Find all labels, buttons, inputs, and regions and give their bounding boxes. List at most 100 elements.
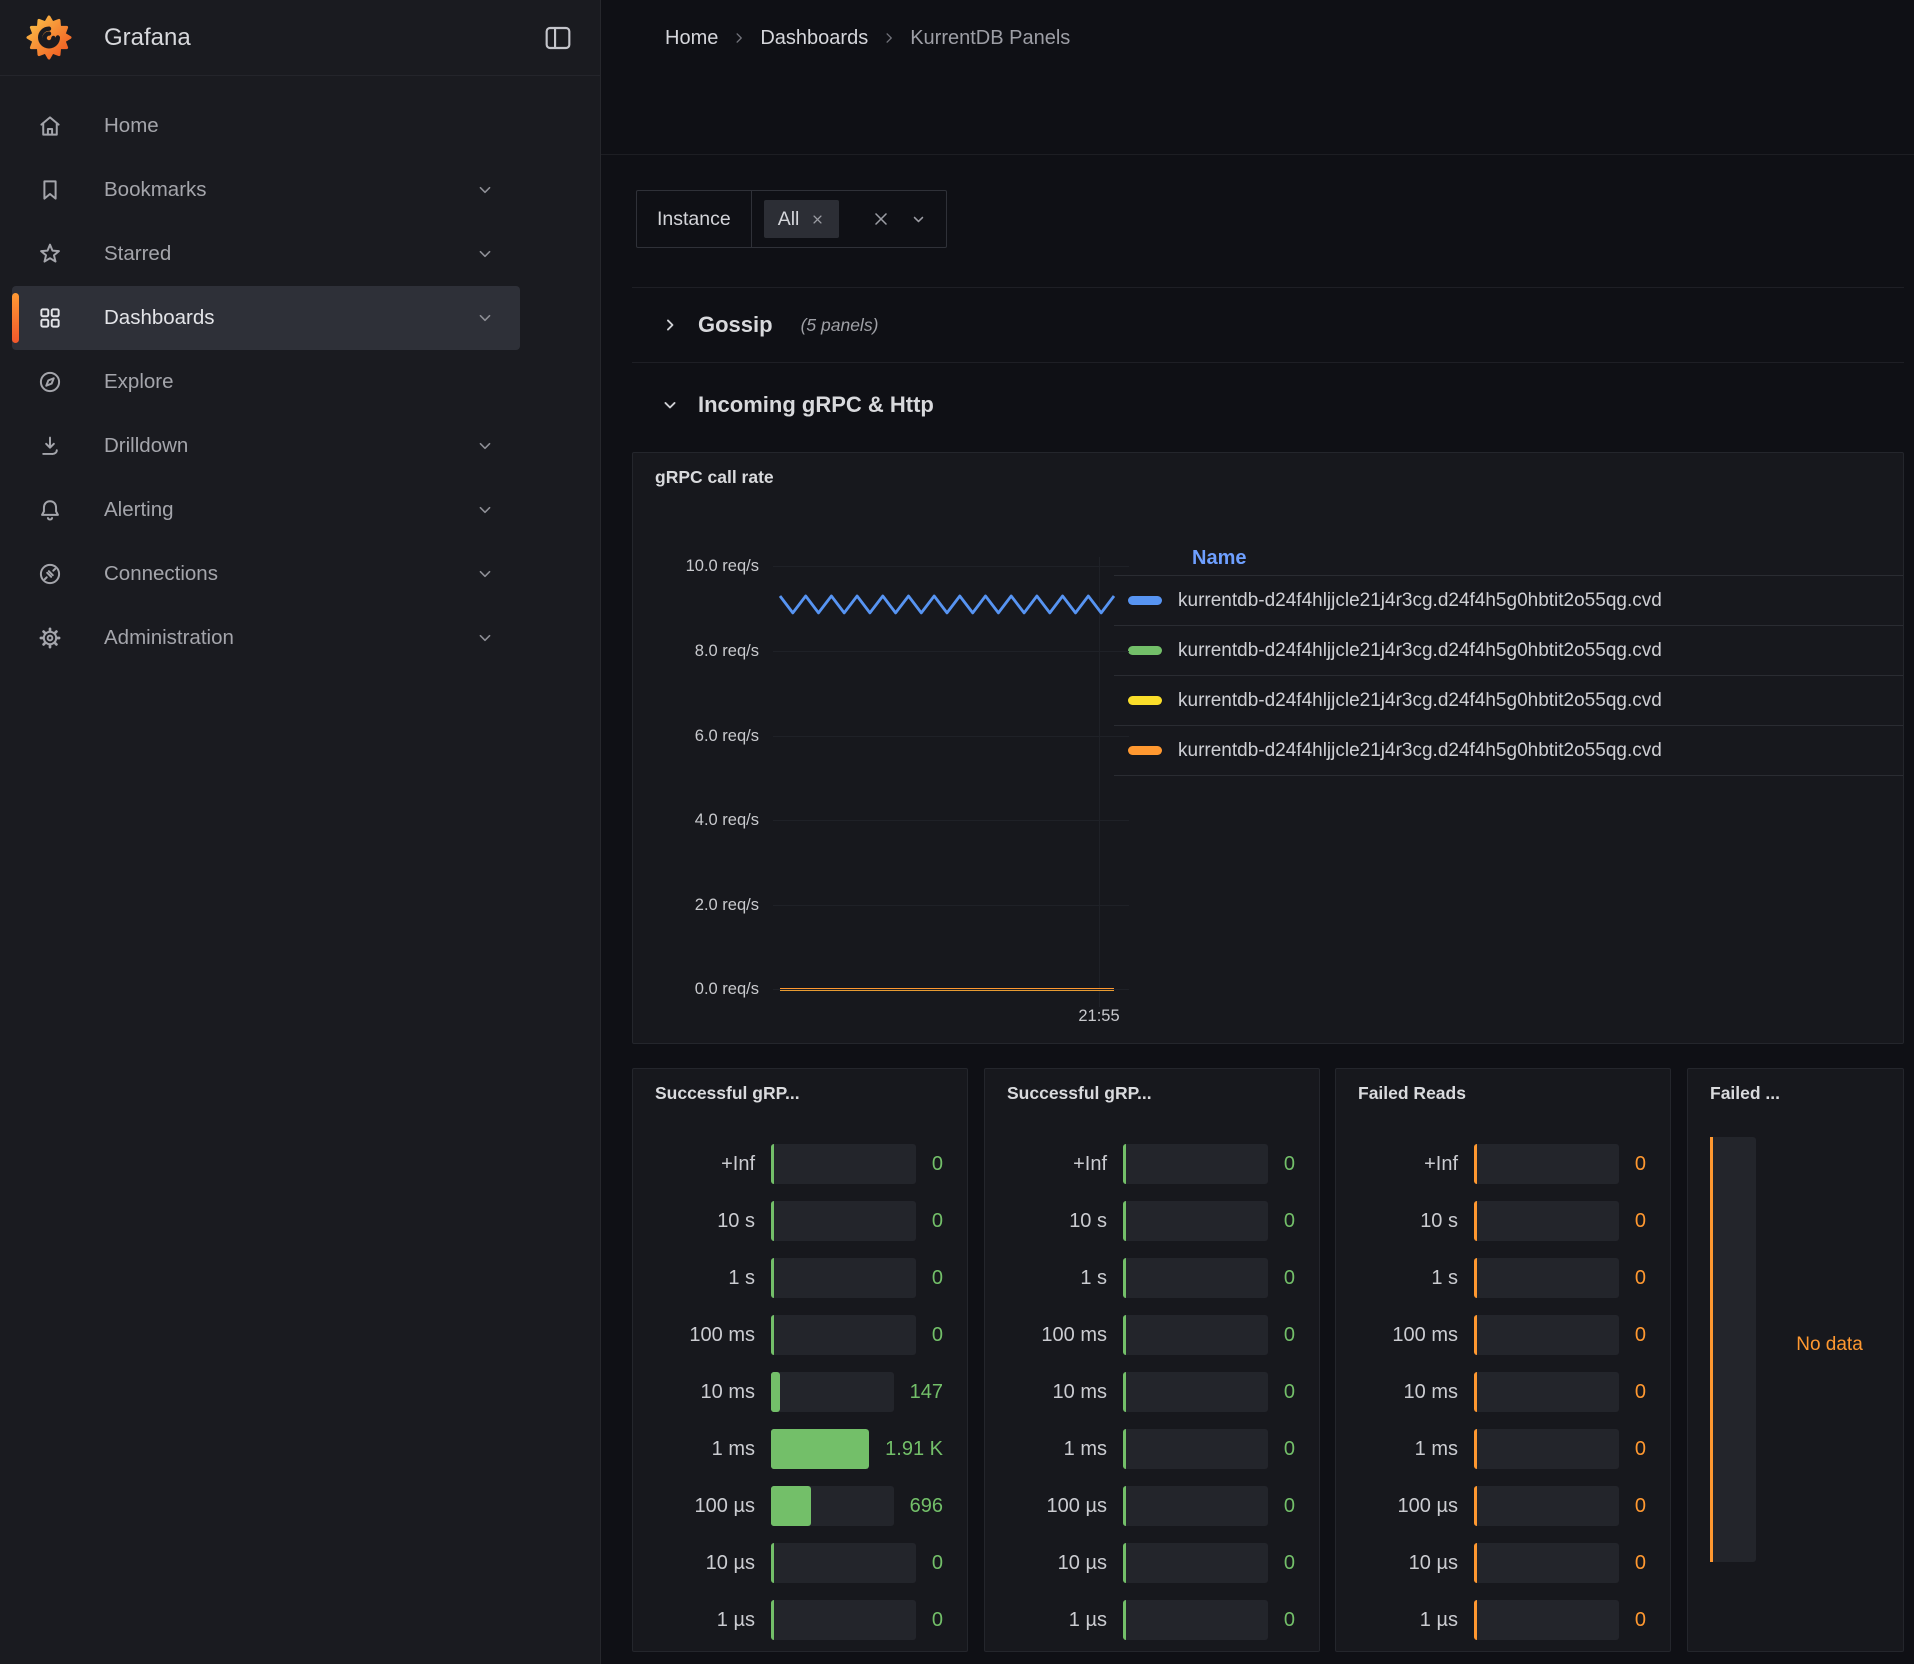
filter-tag-all[interactable]: All <box>764 200 840 238</box>
chevron-down-icon[interactable] <box>474 243 496 265</box>
gauge-track <box>1123 1486 1268 1526</box>
section-panel-count: (5 panels) <box>801 315 879 336</box>
legend-item[interactable]: kurrentdb-d24f4hljjcle21j4r3cg.d24f4h5g0… <box>1114 725 1904 775</box>
gauge-panels-row: Successful gRP...+Inf010 s01 s0100 ms010… <box>632 1068 1904 1652</box>
gauge-panel: Successful gRP...+Inf010 s01 s0100 ms010… <box>632 1068 968 1652</box>
sidebar-nav: Home Bookmarks Starred DashboardsExploreDri… <box>0 94 600 670</box>
breadcrumb-item[interactable]: KurrentDB Panels <box>910 27 1070 50</box>
sidebar-item-administration[interactable]: Administration <box>12 606 520 670</box>
sidebar-item-label: Administration <box>104 626 234 650</box>
breadcrumb-item[interactable]: Dashboards <box>760 27 868 50</box>
gauge-value: 0 <box>932 1153 943 1176</box>
gauge-zero-line <box>1123 1372 1126 1412</box>
gauge-row-10s: 10 s0 <box>653 1201 943 1241</box>
gauge-track <box>771 1315 916 1355</box>
bell-icon <box>36 496 64 524</box>
gauge-zero-line <box>1123 1201 1126 1241</box>
panel-left-icon[interactable] <box>542 22 574 54</box>
section-row-gossip[interactable]: Gossip (5 panels) <box>632 287 1904 363</box>
x-axis-tick: 21:55 <box>1054 1007 1144 1026</box>
sidebar-item-label: Bookmarks <box>104 178 207 202</box>
panel-title[interactable]: Successful gRP... <box>1007 1083 1152 1104</box>
legend-series-color-icon <box>1128 646 1162 655</box>
bucket-label: 10 µs <box>1356 1552 1474 1575</box>
gauge-track <box>771 1429 869 1469</box>
sidebar-item-bookmarks[interactable]: Bookmarks <box>12 158 520 222</box>
sidebar-item-connections[interactable]: Connections <box>12 542 520 606</box>
gauge-value: 0 <box>1284 1438 1295 1461</box>
legend-item[interactable]: kurrentdb-d24f4hljjcle21j4r3cg.d24f4h5g0… <box>1114 675 1904 725</box>
legend-item[interactable]: kurrentdb-d24f4hljjcle21j4r3cg.d24f4h5g0… <box>1114 625 1904 675</box>
bucket-label: 100 µs <box>653 1495 771 1518</box>
gauge-zero-line <box>1474 1600 1477 1640</box>
gauge-zero-line <box>1123 1600 1126 1640</box>
y-axis-tick: 4.0 req/s <box>639 809 759 831</box>
clear-filter-icon[interactable] <box>871 209 891 229</box>
gauge-row-1ms: 1 ms1.91 K <box>653 1429 943 1469</box>
gauge-fill <box>771 1372 780 1412</box>
sidebar-item-home[interactable]: Home <box>12 94 520 158</box>
sidebar-item-label: Home <box>104 114 159 138</box>
gauge-track <box>1474 1144 1619 1184</box>
chevron-down-icon[interactable] <box>474 627 496 649</box>
sidebar-item-alerting[interactable]: Alerting <box>12 478 520 542</box>
legend-series-name: kurrentdb-d24f4hljjcle21j4r3cg.d24f4h5g0… <box>1178 740 1662 762</box>
horizontal-gridline <box>773 989 1129 990</box>
panel-title[interactable]: Failed ... <box>1710 1083 1780 1104</box>
panel-title[interactable]: Successful gRP... <box>655 1083 800 1104</box>
breadcrumb: Home Dashboards KurrentDB Panels <box>665 27 1070 50</box>
gauge-row-10ms: 10 ms0 <box>1005 1372 1295 1412</box>
legend-header-name[interactable]: Name <box>1114 541 1904 575</box>
gauge-value: 696 <box>910 1495 943 1518</box>
gauge-track <box>1474 1315 1619 1355</box>
gauge-value: 0 <box>1284 1552 1295 1575</box>
remove-tag-icon[interactable] <box>810 212 825 227</box>
compass-icon <box>36 368 64 396</box>
gauge-value: 0 <box>1284 1381 1295 1404</box>
panel-title[interactable]: Failed Reads <box>1358 1083 1466 1104</box>
gauge-row-+Inf: +Inf0 <box>1356 1144 1646 1184</box>
brand-title: Grafana <box>104 0 191 76</box>
section-row-incoming-grpc-http[interactable]: Incoming gRPC & Http <box>632 372 1904 438</box>
sidebar-item-label: Connections <box>104 562 218 586</box>
legend-item[interactable]: kurrentdb-d24f4hljjcle21j4r3cg.d24f4h5g0… <box>1114 575 1904 625</box>
home-icon <box>36 112 64 140</box>
chevron-down-icon[interactable] <box>474 435 496 457</box>
legend-series-color-icon <box>1128 596 1162 605</box>
chevron-down-icon[interactable] <box>474 179 496 201</box>
gauge-zero-line <box>1474 1201 1477 1241</box>
grafana-logo-icon[interactable] <box>26 15 72 61</box>
breadcrumb-item[interactable]: Home <box>665 27 718 50</box>
sidebar-item-drilldown[interactable]: Drilldown <box>12 414 520 478</box>
sidebar-item-dashboards[interactable]: Dashboards <box>12 286 520 350</box>
instance-filter-value[interactable]: All <box>752 191 947 247</box>
horizontal-gridline <box>773 905 1129 906</box>
bucket-label: 1 s <box>1005 1267 1123 1290</box>
gauge-zero-line <box>1123 1144 1126 1184</box>
bucket-label: 100 µs <box>1005 1495 1123 1518</box>
gauge-track <box>1474 1486 1619 1526</box>
chevron-down-icon[interactable] <box>474 563 496 585</box>
sidebar-item-label: Starred <box>104 242 171 266</box>
chevron-down-icon[interactable] <box>474 307 496 329</box>
filter-tag-label: All <box>778 208 800 231</box>
section-title: Gossip <box>698 312 773 338</box>
panel-title[interactable]: gRPC call rate <box>655 467 774 488</box>
top-bar: Home Dashboards KurrentDB Panels <box>601 0 1914 76</box>
legend-series-name: kurrentdb-d24f4hljjcle21j4r3cg.d24f4h5g0… <box>1178 690 1662 712</box>
y-axis-tick: 8.0 req/s <box>639 640 759 662</box>
bucket-label: 1 µs <box>653 1609 771 1632</box>
sidebar-item-explore[interactable]: Explore <box>12 350 520 414</box>
gauge-track <box>1474 1372 1619 1412</box>
gauge-zero-line <box>1123 1315 1126 1355</box>
gauge-value: 0 <box>1635 1267 1646 1290</box>
gauge-track <box>1123 1372 1268 1412</box>
bucket-label: 100 µs <box>1356 1495 1474 1518</box>
gauge-track <box>1123 1429 1268 1469</box>
legend-series-color-icon <box>1128 746 1162 755</box>
chevron-down-icon[interactable] <box>474 499 496 521</box>
chevron-down-icon[interactable] <box>909 210 928 229</box>
gauge-track <box>771 1144 916 1184</box>
gauge-panel: Failed Reads+Inf010 s01 s0100 ms010 ms01… <box>1335 1068 1671 1652</box>
sidebar-item-starred[interactable]: Starred <box>12 222 520 286</box>
